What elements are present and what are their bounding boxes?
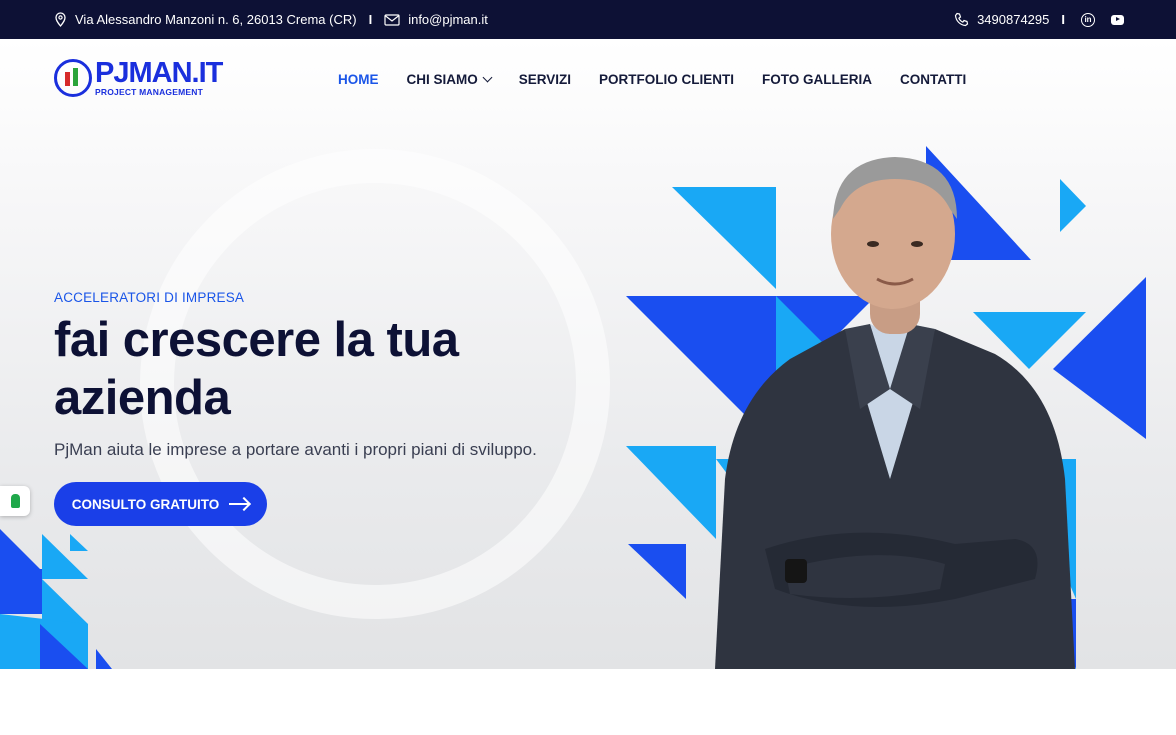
nav-item-contatti[interactable]: CONTATTI (900, 72, 966, 87)
hero-headline: fai crescere la tua azienda (54, 313, 459, 425)
top-info-bar: Via Alessandro Manzoni n. 6, 26013 Crema… (0, 0, 1176, 39)
nav-item-portfolio-clienti[interactable]: PORTFOLIO CLIENTI (599, 72, 734, 87)
cta-label: CONSULTO GRATUITO (71, 496, 220, 512)
nav-item-label: CHI SIAMO (406, 71, 478, 87)
nav-item-servizi[interactable]: SERVIZI (519, 72, 571, 87)
main-navbar: PJMAN.IT PROJECT MANAGEMENT HOME CHI SIA… (0, 39, 1176, 119)
hero-section: PJMAN.IT PROJECT MANAGEMENT HOME CHI SIA… (0, 39, 1176, 669)
location-pin-icon (54, 12, 67, 27)
email-link[interactable]: info@pjman.it (408, 12, 488, 27)
chevron-down-icon (482, 72, 493, 82)
linkedin-icon[interactable]: in (1081, 12, 1095, 27)
logo-mark-icon (54, 59, 92, 97)
site-logo[interactable]: PJMAN.IT PROJECT MANAGEMENT (54, 57, 223, 98)
hero-portrait (715, 157, 1075, 669)
decorative-triangles-left (0, 529, 112, 669)
logo-subtitle: PROJECT MANAGEMENT (95, 87, 203, 98)
consulto-gratuito-button[interactable]: CONSULTO GRATUITO (54, 482, 267, 526)
hero-subline: PjMan aiuta le imprese a portare avanti … (54, 440, 537, 459)
nav-item-chi-siamo[interactable]: CHI SIAMO (406, 71, 493, 87)
address-text: Via Alessandro Manzoni n. 6, 26013 Crema… (75, 12, 357, 27)
hero-eyebrow: ACCELERATORI DI IMPRESA (54, 290, 245, 305)
arrow-right-icon (229, 503, 250, 505)
separator: I (368, 12, 373, 27)
youtube-icon[interactable] (1111, 14, 1124, 25)
main-menu: HOME CHI SIAMO SERVIZI PORTFOLIO CLIENTI… (338, 39, 966, 119)
separator: I (1061, 12, 1065, 27)
logo-title: PJMAN.IT (95, 57, 223, 90)
envelope-icon (384, 13, 400, 26)
nav-item-home[interactable]: HOME (338, 72, 379, 87)
phone-link[interactable]: 3490874295 (977, 12, 1049, 27)
accessibility-icon[interactable] (0, 486, 30, 516)
phone-icon (954, 12, 969, 27)
nav-item-foto-galleria[interactable]: FOTO GALLERIA (762, 72, 872, 87)
